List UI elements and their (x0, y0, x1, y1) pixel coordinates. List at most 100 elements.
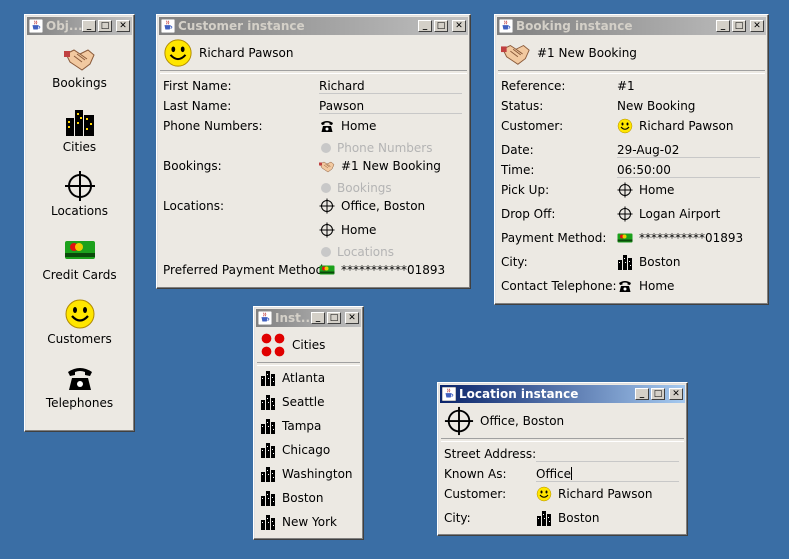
payment-method-label: Preferred Payment Method: (163, 263, 328, 277)
city-name: Atlanta (282, 371, 326, 385)
city-name: New York (282, 515, 337, 529)
class-locations[interactable]: Locations (28, 170, 131, 218)
building-icon (260, 466, 276, 482)
class-cities[interactable]: Cities (28, 106, 131, 154)
customer-item[interactable]: Richard Pawson (536, 486, 652, 502)
java-icon (258, 311, 272, 325)
customer-value: Richard Pawson (639, 119, 734, 133)
phone-numbers-item[interactable]: Home (319, 118, 376, 134)
street-address-label: Street Address: (444, 447, 537, 461)
customer-window[interactable]: Customer instance _ □ ✕ Richard Pawson F… (156, 14, 471, 289)
divider (160, 70, 467, 74)
customer-item[interactable]: Richard Pawson (617, 118, 733, 134)
building-icon (260, 514, 276, 530)
reference-label: Reference: (501, 79, 566, 93)
booking-window[interactable]: Booking instance _ □ ✕ #1 New Booking Re… (494, 14, 769, 305)
booking-window-titlebar[interactable]: Booking instance _ □ ✕ (497, 17, 766, 35)
list-item[interactable]: Atlanta (260, 370, 325, 386)
crosshair-icon (64, 170, 96, 202)
telephone-icon (319, 118, 335, 134)
maximize-button[interactable]: □ (434, 20, 448, 32)
maximize-button[interactable]: □ (651, 388, 665, 400)
close-button[interactable]: ✕ (345, 312, 359, 324)
payment-value: ***********01893 (341, 263, 446, 277)
java-icon (161, 19, 175, 33)
date-field[interactable]: 29-Aug-02 (617, 143, 760, 158)
class-label: Locations (50, 204, 108, 218)
pickup-item[interactable]: Home (617, 182, 674, 198)
maximize-button[interactable]: □ (98, 20, 112, 32)
class-credit-cards[interactable]: Credit Cards (28, 234, 131, 282)
location-item-1[interactable]: Office, Boston (319, 198, 425, 214)
phone-numbers-ghost: Phone Numbers (321, 141, 432, 155)
maximize-button[interactable]: □ (732, 20, 746, 32)
list-item[interactable]: Boston (260, 490, 323, 506)
class-bookings[interactable]: Bookings (28, 42, 131, 90)
handshake-icon (501, 38, 531, 68)
instance-header[interactable]: #1 New Booking (498, 36, 765, 70)
minimize-button[interactable]: _ (716, 20, 730, 32)
close-button[interactable]: ✕ (452, 20, 466, 32)
contact-telephone-item[interactable]: Home (617, 278, 674, 294)
handshake-icon (64, 42, 96, 74)
city-item[interactable]: Boston (617, 254, 680, 270)
credit-card-icon (319, 262, 335, 278)
minimize-button[interactable]: _ (311, 312, 325, 324)
payment-method-item[interactable]: ***********01893 (617, 230, 743, 246)
location-value: Home (341, 223, 377, 237)
window-title: Location instance (459, 387, 579, 401)
location-item-2[interactable]: Home (319, 222, 376, 238)
location-window-titlebar[interactable]: Location instance _ □ ✕ (440, 385, 685, 403)
divider (257, 362, 360, 366)
first-name-label: First Name: (163, 79, 232, 93)
list-item[interactable]: Washington (260, 466, 353, 482)
instance-header[interactable]: Richard Pawson (160, 36, 467, 70)
street-address-field[interactable] (536, 447, 679, 462)
building-icon (260, 490, 276, 506)
instance-header[interactable]: Cities (257, 328, 360, 362)
known-as-field[interactable]: Office (536, 467, 679, 482)
building-icon (617, 254, 633, 270)
minimize-button[interactable]: _ (82, 20, 96, 32)
smiley-icon (536, 486, 552, 502)
payment-method-item[interactable]: ***********01893 (319, 262, 445, 278)
dropoff-item[interactable]: Logan Airport (617, 206, 720, 222)
list-item[interactable]: Chicago (260, 442, 330, 458)
crosshair-icon (617, 206, 633, 222)
minimize-button[interactable]: _ (635, 388, 649, 400)
class-label: Bookings (52, 76, 107, 90)
instance-title: #1 New Booking (537, 46, 637, 60)
list-item[interactable]: Seattle (260, 394, 324, 410)
cities-window[interactable]: Inst... _ □ ✕ Cities Atlanta Seattle Tam… (253, 306, 364, 540)
payment-method-label: Payment Method: (501, 231, 607, 245)
close-button[interactable]: ✕ (669, 388, 683, 400)
city-label: City: (501, 255, 528, 269)
telephone-icon (617, 278, 633, 294)
first-name-field[interactable]: Richard (319, 79, 462, 94)
bookings-item[interactable]: #1 New Booking (319, 158, 441, 174)
cities-window-titlebar[interactable]: Inst... _ □ ✕ (256, 309, 361, 327)
locations-ghost: Locations (321, 245, 394, 259)
list-item[interactable]: Tampa (260, 418, 321, 434)
booking-value: #1 New Booking (341, 159, 441, 173)
objects-window[interactable]: Obj... _ □ ✕ Bookings Cities Locations C… (24, 14, 135, 432)
divider (441, 438, 684, 442)
four-dots-icon (260, 332, 286, 358)
close-button[interactable]: ✕ (116, 20, 130, 32)
minimize-button[interactable]: _ (418, 20, 432, 32)
maximize-button[interactable]: □ (327, 312, 341, 324)
class-customers[interactable]: Customers (28, 298, 131, 346)
time-field[interactable]: 06:50:00 (617, 163, 760, 178)
close-button[interactable]: ✕ (750, 20, 764, 32)
list-item[interactable]: New York (260, 514, 337, 530)
pickup-label: Pick Up: (501, 183, 550, 197)
last-name-field[interactable]: Pawson (319, 99, 462, 114)
city-item[interactable]: Boston (536, 510, 599, 526)
class-label: Customers (47, 332, 112, 346)
customer-window-titlebar[interactable]: Customer instance _ □ ✕ (159, 17, 468, 35)
objects-window-titlebar[interactable]: Obj... _ □ ✕ (27, 17, 132, 35)
smiley-icon (163, 38, 193, 68)
class-telephones[interactable]: Telephones (28, 362, 131, 410)
instance-header[interactable]: Office, Boston (441, 404, 684, 438)
location-window[interactable]: Location instance _ □ ✕ Office, Boston S… (437, 382, 688, 536)
